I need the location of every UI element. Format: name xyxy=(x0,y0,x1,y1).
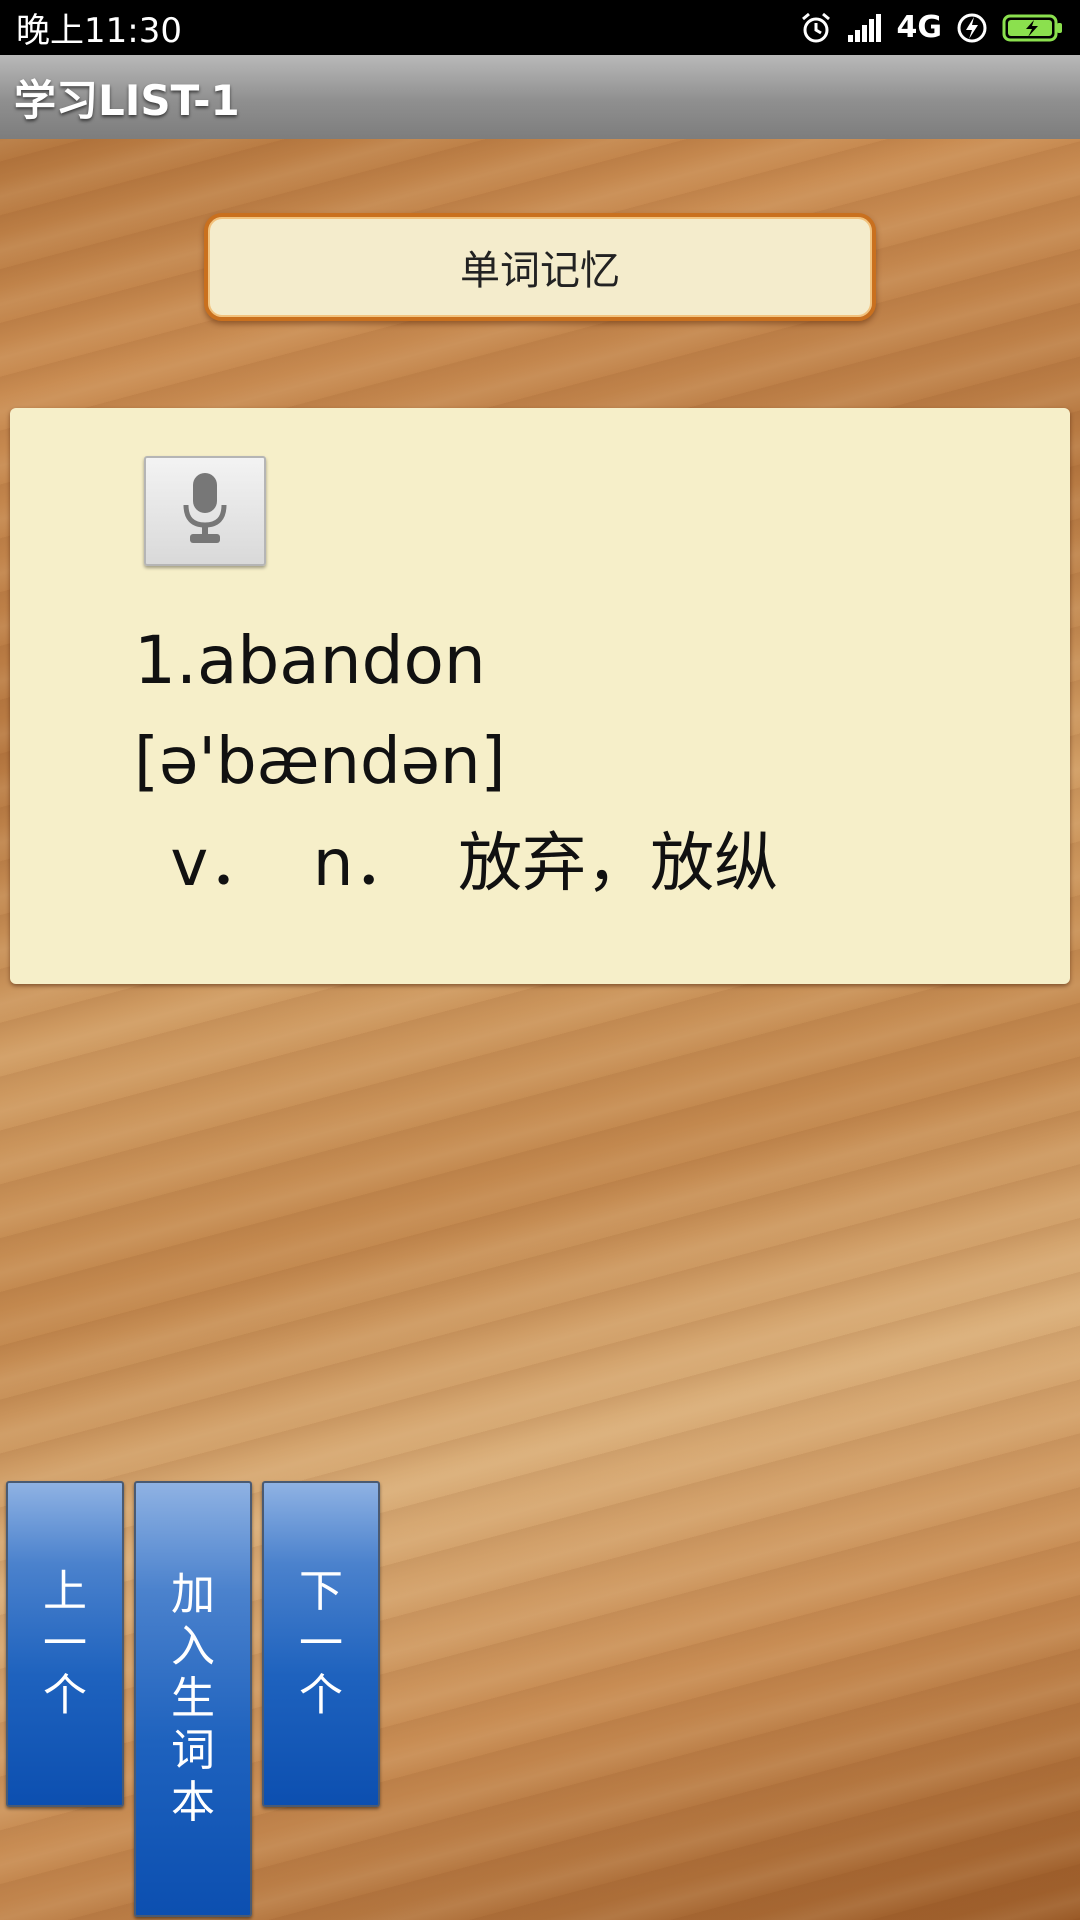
alarm-icon xyxy=(799,11,833,45)
word-text: 1.abandon xyxy=(134,622,486,699)
title-bar: 学习LIST-1 xyxy=(0,55,1080,139)
word-memory-button[interactable]: 单词记忆 xyxy=(204,213,876,321)
status-bar: 晚上11:30 4G xyxy=(0,0,1080,55)
add-to-vocabulary-label: 加入生词本 xyxy=(171,1569,215,1828)
signal-icon xyxy=(847,13,883,43)
status-icons: 4G xyxy=(799,10,1065,45)
word-card: 1.abandon [ə'bændən] v． n． 放弃，放纵 xyxy=(10,408,1070,984)
previous-button-label: 上一个 xyxy=(43,1566,87,1721)
battery-icon xyxy=(1002,13,1064,43)
next-button-label: 下一个 xyxy=(299,1566,343,1721)
phonetic-text: [ə'bændən] xyxy=(134,725,506,799)
status-time: 晚上11:30 xyxy=(16,11,182,51)
next-button[interactable]: 下一个 xyxy=(262,1481,380,1807)
previous-button[interactable]: 上一个 xyxy=(6,1481,124,1807)
microphone-icon xyxy=(180,471,230,551)
pronounce-button[interactable] xyxy=(144,456,266,566)
page-title: 学习LIST-1 xyxy=(14,75,240,125)
meaning-text: v． n． 放弃，放纵 xyxy=(150,827,779,901)
add-to-vocabulary-button[interactable]: 加入生词本 xyxy=(134,1481,252,1917)
charging-icon xyxy=(956,12,988,44)
app-screen: 晚上11:30 4G 学习LIST-1 单词记忆 1.abandon [ə'bæ… xyxy=(0,0,1080,1920)
network-type-label: 4G xyxy=(896,10,943,45)
